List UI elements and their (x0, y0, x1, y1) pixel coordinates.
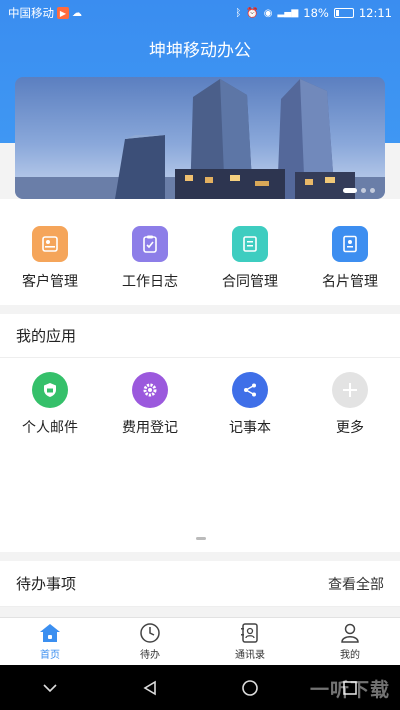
app-label: 更多 (336, 420, 364, 436)
battery-percent: 18% (303, 6, 329, 20)
watermark: 一听下载 (309, 679, 390, 701)
app-item-mail[interactable]: 个人邮件 (0, 358, 100, 437)
quick-item-label: 合同管理 (222, 274, 278, 290)
back-triangle-icon (143, 680, 156, 695)
banner-image (15, 79, 385, 199)
quick-item-businesscard[interactable]: 名片管理 (300, 199, 400, 305)
quick-item-customer[interactable]: 客户管理 (0, 199, 100, 305)
nav-home-button[interactable] (200, 679, 300, 697)
gear-icon (132, 372, 168, 408)
quick-item-label: 名片管理 (322, 274, 378, 290)
app-label: 个人邮件 (22, 420, 78, 436)
customer-card-icon (32, 226, 68, 262)
app-label: 费用登记 (122, 420, 178, 436)
banner-dot-active (343, 188, 357, 193)
my-apps-section: 我的应用 个人邮件 费用登记 记事本 更多 (0, 314, 400, 552)
tab-label: 待办 (140, 650, 160, 661)
plus-icon (332, 372, 368, 408)
banner-pagination (343, 188, 375, 193)
home-icon (40, 624, 60, 642)
nav-dismiss-button[interactable] (0, 682, 100, 694)
quick-item-label: 工作日志 (122, 274, 178, 290)
app-item-more[interactable]: 更多 (300, 358, 400, 437)
cloud-icon: ☁ (72, 7, 82, 19)
tab-label: 通讯录 (235, 650, 265, 661)
tab-todo[interactable]: 待办 (100, 618, 200, 665)
quick-item-worklog[interactable]: 工作日志 (100, 199, 200, 305)
banner-dot (370, 188, 375, 193)
bottom-tabbar: 首页 待办 通讯录 我的 (0, 617, 400, 665)
app-title: 坤坤移动办公 (149, 41, 251, 61)
tab-mine[interactable]: 我的 (300, 618, 400, 665)
clock-time: 12:11 (358, 6, 392, 20)
carrier-label: 中国移动 (8, 6, 54, 20)
quick-actions: 客户管理 工作日志 合同管理 名片管理 (0, 199, 400, 305)
clock-icon (140, 623, 160, 643)
alarm-icon: ⏰ (246, 7, 259, 19)
shield-mail-icon (32, 372, 68, 408)
nav-back-button[interactable] (100, 680, 200, 696)
view-all-link[interactable]: 查看全部 (328, 574, 384, 594)
app-item-expense[interactable]: 费用登记 (100, 358, 200, 437)
my-apps-title: 我的应用 (0, 314, 400, 358)
battery-icon (333, 8, 354, 18)
todo-header: 待办事项 查看全部 (0, 561, 400, 607)
banner-dot (361, 188, 366, 193)
bluetooth-icon: ᛒ (235, 7, 242, 19)
app-label: 记事本 (229, 420, 271, 436)
contacts-icon (241, 623, 258, 643)
share-nodes-icon (232, 372, 268, 408)
home-circle-icon (242, 679, 258, 696)
banner-carousel[interactable] (15, 77, 385, 199)
todo-title: 待办事项 (16, 575, 77, 593)
chevron-down-icon (43, 683, 57, 692)
app-notification-icon: ▶ (57, 7, 69, 19)
quick-item-label: 客户管理 (22, 274, 78, 290)
apps-page-indicator (196, 537, 206, 540)
tab-label: 我的 (340, 650, 360, 661)
quick-item-contract[interactable]: 合同管理 (200, 199, 300, 305)
app-item-notepad[interactable]: 记事本 (200, 358, 300, 437)
signal-icon: ▂▄▆ (277, 8, 299, 18)
tab-label: 首页 (40, 650, 60, 661)
eye-icon: ◉ (263, 7, 273, 19)
status-bar: 中国移动 ▶ ☁ ᛒ ⏰ ◉ ▂▄▆ 18% 12:11 (0, 0, 400, 26)
person-icon (341, 623, 359, 643)
business-card-icon (332, 226, 368, 262)
clipboard-check-icon (132, 226, 168, 262)
tab-contacts[interactable]: 通讯录 (200, 618, 300, 665)
contract-doc-icon (232, 226, 268, 262)
tab-home[interactable]: 首页 (0, 618, 100, 665)
